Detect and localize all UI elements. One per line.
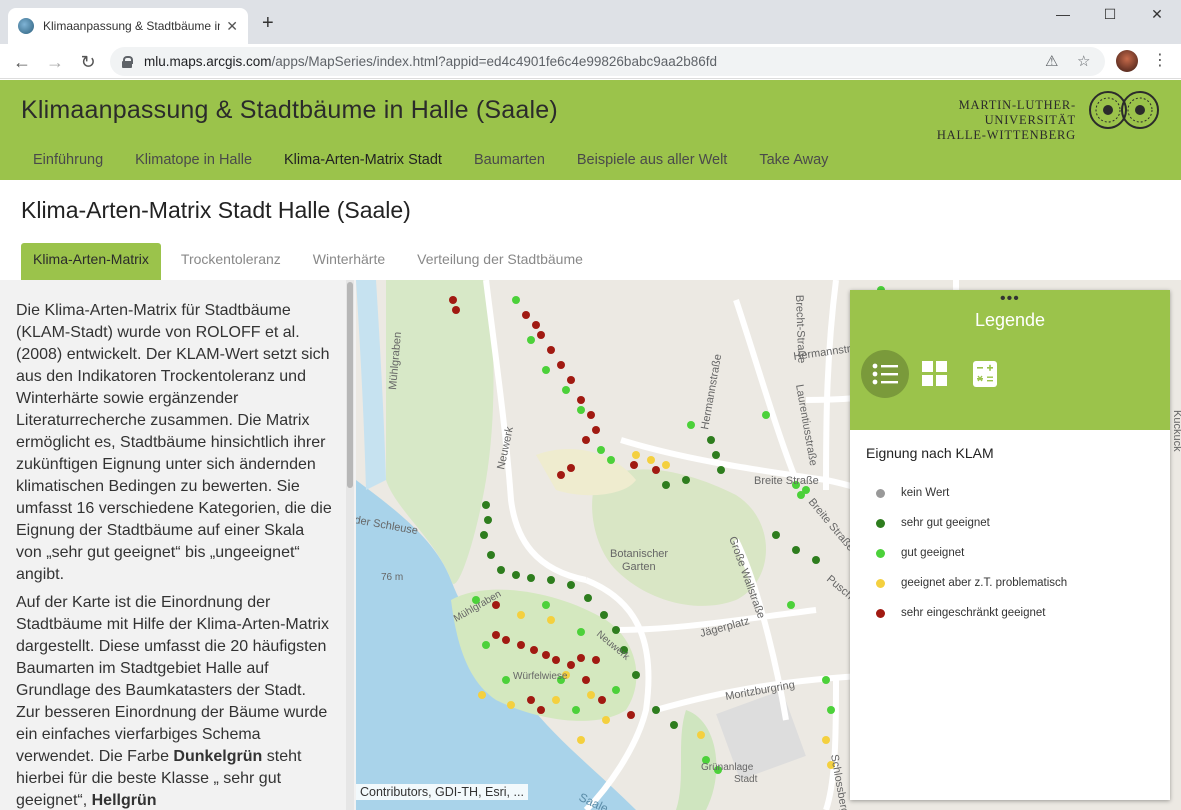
map-label: Würfelwiese — [513, 671, 568, 682]
open-area — [536, 449, 636, 496]
map-label: Kuckuck — [1171, 410, 1181, 452]
narrative-panel: Die Klima-Arten-Matrix für Stadtbäume (K… — [0, 280, 356, 810]
new-tab-icon[interactable]: + — [262, 12, 274, 35]
nav-item-take-away[interactable]: Take Away — [759, 152, 828, 168]
subtab-bar: Klima-Arten-Matrix Trockentoleranz Winte… — [21, 243, 603, 280]
map-label: Stadt — [734, 774, 758, 785]
map-label: Breite Straße — [806, 496, 857, 553]
nav-item-baumarten[interactable]: Baumarten — [474, 152, 545, 168]
legend-item-label: sehr gut geeignet — [901, 517, 990, 529]
nav-item-klimatope[interactable]: Klimatope in Halle — [135, 152, 252, 168]
url-host: mlu.maps.arcgis.com — [144, 54, 272, 69]
app-header: Klimaanpassung & Stadtbäume in Halle (Sa… — [0, 80, 1181, 180]
browser-tab[interactable]: Klimaanpassung & Stadtbäume in ✕ — [8, 8, 248, 44]
legend-item-label: kein Wert — [901, 487, 950, 499]
legend-item-label: geeignet aber z.T. problematisch — [901, 577, 1068, 589]
address-bar[interactable]: mlu.maps.arcgis.com /apps/MapSeries/inde… — [110, 47, 1105, 76]
legend-item-label: sehr eingeschränkt geeignet — [901, 607, 1046, 619]
basemap-gallery-button[interactable] — [911, 350, 959, 398]
legend-panel: ••• Legende Eignung nach KLAM kein Wert … — [850, 290, 1170, 800]
browser-menu-icon[interactable]: ⋮ — [1152, 50, 1168, 70]
subtab-verteilung[interactable]: Verteilung der Stadtbäume — [405, 243, 595, 280]
legend-title: Legende — [974, 310, 1046, 330]
calculator-button[interactable] — [961, 350, 1009, 398]
minimize-icon[interactable]: — — [1040, 6, 1086, 22]
blocked-content-icon[interactable]: ⚠ — [1045, 52, 1058, 70]
legend-heading: Eignung nach KLAM — [866, 445, 994, 461]
legend-header: ••• Legende — [850, 290, 1170, 430]
calculator-icon — [973, 361, 997, 387]
map-attribution[interactable]: Contributors, GDI-TH, Esri, ... — [356, 784, 528, 800]
subtab-winterhaerte[interactable]: Winterhärte — [301, 243, 397, 280]
legend-body: Eignung nach KLAM kein Wert sehr gut gee… — [866, 445, 1067, 628]
map-label: Laurentiusstraße — [793, 383, 819, 466]
map-label: Brecht-Straße — [793, 295, 807, 364]
legend-list-button[interactable] — [861, 350, 909, 398]
legend-swatch — [876, 548, 885, 558]
map-label: Grünanlage — [701, 762, 754, 773]
legend-item-label: gut geeignet — [901, 547, 965, 559]
back-arrow-icon[interactable]: ← — [10, 50, 34, 74]
map-label: Botanischer — [610, 548, 668, 560]
legend-swatch — [876, 608, 885, 618]
close-window-icon[interactable]: ✕ — [1134, 6, 1180, 23]
university-name-line1: MARTIN-LUTHER-UNIVERSITÄT — [958, 98, 1076, 127]
nav-item-beispiele[interactable]: Beispiele aus aller Welt — [577, 152, 727, 168]
grid-icon — [922, 361, 947, 386]
muehlgraben-water — [356, 280, 386, 490]
university-name-line2: HALLE-WITTENBERG — [936, 128, 1076, 142]
gruenanlage-area — [676, 710, 717, 810]
map-label: Breite Straße — [754, 475, 819, 487]
close-tab-icon[interactable]: ✕ — [226, 18, 238, 35]
legend-swatch — [876, 518, 885, 528]
narrative-paragraph-1: Die Klima-Arten-Matrix für Stadtbäume (K… — [16, 302, 332, 583]
university-logo: MARTIN-LUTHER-UNIVERSITÄT HALLE-WITTENBE… — [909, 90, 1164, 142]
url-path: /apps/MapSeries/index.html?appid=ed4c490… — [271, 54, 718, 69]
legend-item-eingeschraenkt: sehr eingeschränkt geeignet — [866, 598, 1067, 628]
forward-arrow-icon[interactable]: → — [43, 50, 67, 74]
browser-tabstrip: Klimaanpassung & Stadtbäume in ✕ + — ☐ ✕ — [0, 0, 1181, 44]
map-label: Garten — [622, 561, 656, 573]
narrative-scrollbar[interactable] — [346, 280, 354, 810]
legend-item-sehr-gut: sehr gut geeignet — [866, 508, 1067, 538]
tab-title: Klimaanpassung & Stadtbäume in — [43, 19, 221, 33]
legend-item-geeignet-problematisch: geeignet aber z.T. problematisch — [866, 568, 1067, 598]
subtab-klima-arten-matrix[interactable]: Klima-Arten-Matrix — [21, 243, 161, 280]
narrative-text: Auf der Karte ist die Einordnung der Sta… — [16, 594, 329, 765]
bookmark-star-icon[interactable]: ☆ — [1077, 52, 1090, 70]
nav-item-klam-stadt[interactable]: Klima-Arten-Matrix Stadt — [284, 152, 442, 168]
lock-icon — [122, 55, 133, 68]
globe-favicon-icon — [18, 18, 34, 34]
university-seal-icon — [1089, 91, 1159, 129]
app-title: Klimaanpassung & Stadtbäume in Halle (Sa… — [21, 96, 558, 124]
page-title: Klima-Arten-Matrix Stadt Halle (Saale) — [21, 197, 411, 223]
reload-icon[interactable]: ↻ — [76, 50, 100, 74]
legend-swatch — [876, 488, 885, 498]
map-label: Neuwerk — [495, 425, 516, 470]
list-icon — [872, 363, 898, 385]
legend-item-gut: gut geeignet — [866, 538, 1067, 568]
nav-item-einfuehrung[interactable]: Einführung — [33, 152, 103, 168]
profile-avatar[interactable] — [1116, 50, 1138, 72]
maximize-icon[interactable]: ☐ — [1087, 6, 1133, 23]
narrative-bold-text: Dunkelgrün — [173, 748, 263, 765]
legend-item-kein-wert: kein Wert — [866, 478, 1067, 508]
browser-toolbar: ← → ↻ mlu.maps.arcgis.com /apps/MapSerie… — [0, 44, 1181, 79]
narrative-bold-text: Hellgrün — [91, 792, 157, 809]
subtab-trockentoleranz[interactable]: Trockentoleranz — [169, 243, 293, 280]
scrollbar-thumb[interactable] — [347, 282, 353, 488]
narrative-paragraph-2: Auf der Karte ist die Einordnung der Sta… — [16, 592, 334, 810]
map-label: 76 m — [381, 572, 403, 583]
legend-swatch — [876, 578, 885, 588]
drag-handle-icon[interactable]: ••• — [1000, 290, 1020, 308]
map-label: Hermannstraße — [699, 353, 724, 430]
main-nav: Einführung Klimatope in Halle Klima-Arte… — [33, 152, 860, 168]
